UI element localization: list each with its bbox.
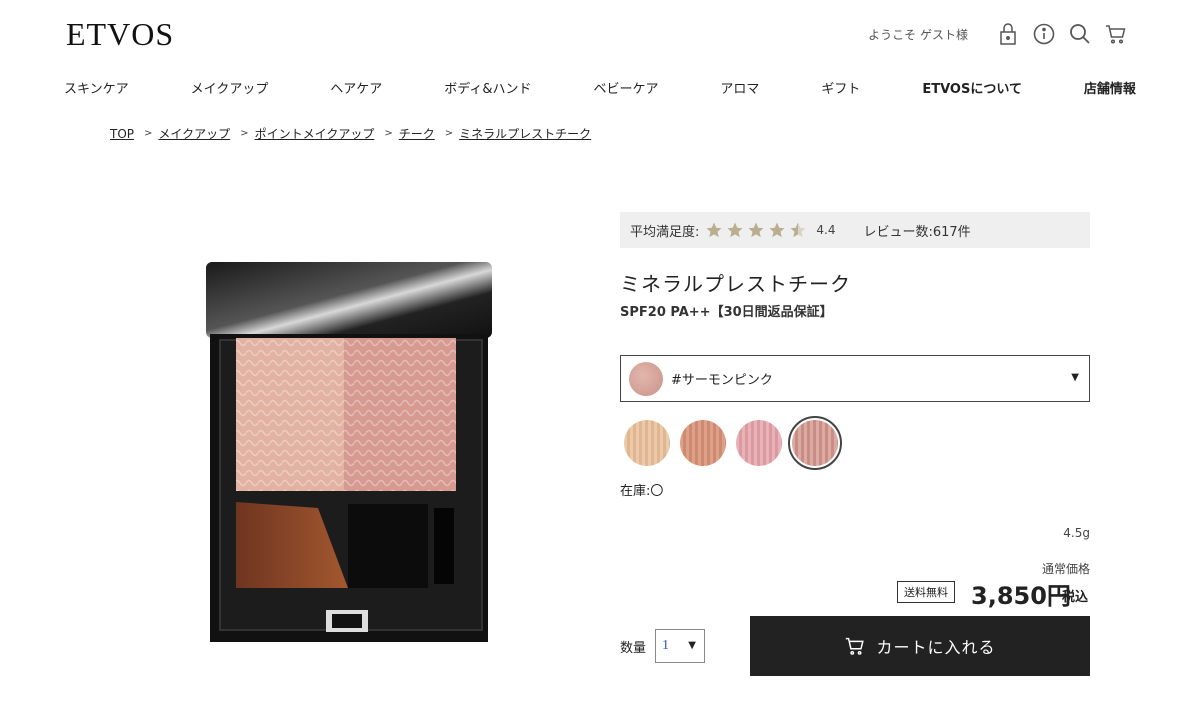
nav-item-aroma[interactable]: アロマ [720, 78, 759, 97]
cart-icon[interactable] [1104, 22, 1128, 46]
selected-color-label: #サーモンピンク [671, 373, 773, 388]
rating-label: 平均満足度: [630, 224, 700, 240]
breadcrumb-separator: > [384, 128, 393, 139]
product-title: ミネラルプレストチーク [620, 272, 851, 296]
color-swatch[interactable] [680, 420, 726, 466]
color-swatch[interactable] [624, 420, 670, 466]
nav-item-haircare[interactable]: ヘアケア [330, 78, 382, 97]
rating-bar: 平均満足度: 4.4 レビュー数:617件 [620, 212, 1090, 248]
search-icon[interactable] [1068, 22, 1092, 46]
color-swatch-selected[interactable] [788, 416, 842, 470]
color-select[interactable]: #サーモンピンク ▼ [620, 355, 1090, 402]
welcome-text: ようこそ ゲスト様 [868, 27, 968, 42]
star-icon [706, 222, 722, 238]
breadcrumb-item[interactable]: TOP [110, 127, 134, 141]
product-weight: 4.5g [1063, 526, 1090, 540]
nav-item-gift[interactable]: ギフト [821, 78, 860, 97]
color-swatches [624, 416, 848, 470]
nav-item-about[interactable]: ETVOSについて [922, 78, 1022, 97]
chevron-down-icon: ▼ [1071, 372, 1079, 383]
stock-status: 在庫:〇 [620, 484, 664, 499]
product-subtitle: SPF20 PA++【30日間返品保証】 [620, 305, 833, 320]
header-utility: ようこそ ゲスト様 [868, 22, 1128, 46]
global-nav: スキンケア メイクアップ ヘアケア ボディ&ハンド ベビーケア アロマ ギフト … [64, 78, 1136, 97]
tax-label: 税込 [1062, 590, 1089, 605]
nav-item-stores[interactable]: 店舗情報 [1084, 78, 1136, 97]
nav-item-body-hand[interactable]: ボディ&ハンド [444, 78, 531, 97]
add-to-cart-button[interactable]: カートに入れる [750, 616, 1090, 676]
breadcrumb-item[interactable]: チーク [399, 125, 435, 142]
free-shipping-badge: 送料無料 [897, 581, 955, 603]
star-icon [748, 222, 764, 238]
breadcrumb-separator: > [444, 128, 454, 139]
price-label: 通常価格 [1041, 562, 1090, 576]
review-count[interactable]: レビュー数:617件 [863, 221, 970, 240]
breadcrumb-separator: > [240, 128, 249, 139]
breadcrumb-item[interactable]: メイクアップ [158, 125, 230, 142]
product-price: 3,850円 [971, 582, 1071, 610]
star-icon [727, 222, 743, 238]
breadcrumb-item[interactable]: ミネラルプレストチーク [459, 125, 591, 142]
nav-item-babycare[interactable]: ベビーケア [593, 78, 658, 97]
rating-value: 4.4 [816, 223, 836, 237]
add-to-cart-label: カートに入れる [876, 638, 996, 657]
quantity-label: 数量 [620, 641, 647, 656]
lock-icon[interactable] [996, 22, 1020, 46]
rating-stars [705, 221, 810, 239]
selected-color-swatch [629, 361, 663, 396]
star-icon [769, 222, 785, 238]
nav-item-skincare[interactable]: スキンケア [64, 78, 129, 97]
nav-item-makeup[interactable]: メイクアップ [191, 78, 269, 97]
color-swatch[interactable] [736, 420, 782, 466]
breadcrumb: TOP > メイクアップ > ポイントメイクアップ > チーク > ミネラルプレ… [110, 125, 591, 142]
chevron-down-icon: ▼ [688, 640, 696, 651]
quantity-value: 1 [662, 638, 669, 653]
cart-icon [846, 637, 865, 655]
breadcrumb-item[interactable]: ポイントメイクアップ [255, 125, 375, 142]
breadcrumb-separator: > [144, 128, 153, 139]
info-icon[interactable] [1032, 22, 1056, 46]
star-half-icon [790, 222, 806, 238]
site-logo[interactable]: ETVOS [66, 16, 174, 53]
product-image [198, 258, 498, 648]
quantity-select[interactable]: 1 ▼ [655, 629, 705, 663]
